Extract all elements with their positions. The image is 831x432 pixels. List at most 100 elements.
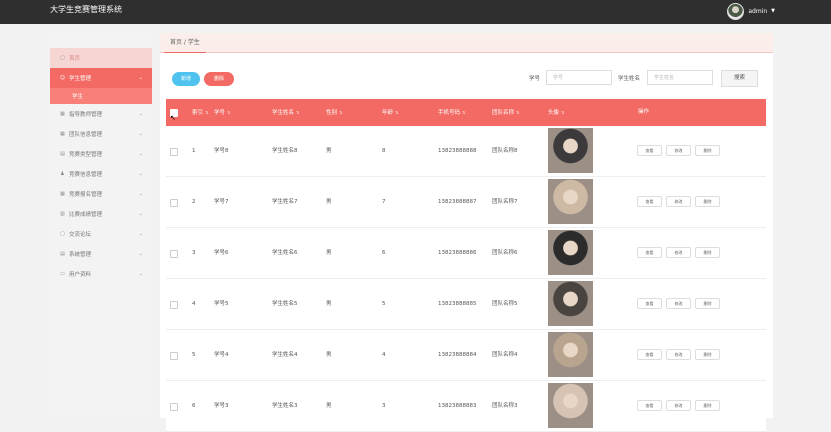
view-button[interactable]: 查看 — [637, 145, 662, 156]
cell-sid: 学号8 — [214, 148, 229, 154]
view-button[interactable]: 查看 — [637, 298, 662, 309]
edit-button[interactable]: 修改 — [666, 145, 691, 156]
cell-idx: 2 — [192, 199, 196, 205]
header-student-id[interactable]: 学号 ⇅ — [214, 99, 230, 126]
table-row[interactable]: 5 学号4 学生姓名4 男 4 13823888884 团队名称4 查看 修改 删除 — [166, 330, 766, 381]
person-icon: ♟ — [60, 171, 65, 177]
cell-idx: 5 — [192, 352, 196, 358]
row-actions: 查看 修改 删除 — [637, 145, 720, 156]
student-photo[interactable] — [548, 383, 593, 428]
table-row[interactable]: 6 学号3 学生姓名3 男 3 13823888883 团队名称3 查看 修改 删除 — [166, 381, 766, 432]
sidebar-item-label: 学生管理 — [69, 76, 92, 82]
table-row[interactable]: 2 学号7 学生姓名7 男 7 13823888887 团队名称7 查看 修改 删除 — [166, 177, 766, 228]
cell-team: 团队名称7 — [492, 199, 518, 205]
student-photo[interactable] — [548, 128, 593, 173]
sidebar-item-6[interactable]: ♟ 竞赛信息管理 ⌄ — [50, 164, 152, 184]
cell-gender: 男 — [326, 403, 332, 409]
chevron-down-icon: ⌄ — [138, 251, 143, 257]
sidebar-item-8[interactable]: ▥ 比赛成绩管理 ⌄ — [50, 204, 152, 224]
sidebar-item-2[interactable]: 学生 — [50, 88, 152, 104]
student-photo[interactable] — [548, 179, 593, 224]
row-checkbox[interactable] — [170, 403, 178, 411]
cell-name: 学生姓名4 — [272, 352, 298, 358]
sidebar-item-10[interactable]: ▤ 系统管理 ⌄ — [50, 244, 152, 264]
edit-button[interactable]: 修改 — [666, 298, 691, 309]
search-button[interactable]: 搜索 — [721, 70, 758, 87]
gear-icon: ▤ — [60, 251, 65, 257]
delete-row-button[interactable]: 删除 — [695, 247, 720, 258]
avatar[interactable] — [727, 2, 745, 20]
grid-icon: ▦ — [60, 131, 65, 137]
top-bar: 大学生竞赛管理系统 admin ▼ — [0, 0, 831, 24]
breadcrumb[interactable]: 首页 / 学生 — [164, 33, 206, 53]
chevron-down-icon: ⌄ — [138, 131, 143, 137]
row-actions: 查看 修改 删除 — [637, 196, 720, 207]
table-row[interactable]: 3 学号6 学生姓名6 男 6 13823888886 团队名称6 查看 修改 删除 — [166, 228, 766, 279]
sidebar-item-11[interactable]: ▭ 用户资料 ⌄ — [50, 264, 152, 284]
view-button[interactable]: 查看 — [637, 349, 662, 360]
header-phone[interactable]: 手机号码 ⇅ — [438, 99, 465, 126]
student-id-input[interactable]: 学号 — [546, 70, 612, 85]
cell-phone: 13823888888 — [438, 148, 477, 154]
header-index[interactable]: 索引 ⇅ — [192, 99, 208, 126]
chevron-down-icon: ⌄ — [138, 151, 143, 157]
sidebar-item-1[interactable]: ☺ 学生管理 ⌄ — [50, 68, 152, 88]
delete-row-button[interactable]: 删除 — [695, 400, 720, 411]
delete-row-button[interactable]: 删除 — [695, 298, 720, 309]
view-button[interactable]: 查看 — [637, 196, 662, 207]
cell-gender: 男 — [326, 352, 332, 358]
delete-row-button[interactable]: 删除 — [695, 349, 720, 360]
cell-phone: 13823888884 — [438, 352, 477, 358]
edit-button[interactable]: 修改 — [666, 247, 691, 258]
app-title: 大学生竞赛管理系统 — [50, 5, 122, 14]
sidebar-item-5[interactable]: ▤ 竞赛类型管理 ⌄ — [50, 144, 152, 164]
cell-sid: 学号5 — [214, 301, 229, 307]
sidebar-item-7[interactable]: ▦ 竞赛报名管理 ⌄ — [50, 184, 152, 204]
table-row[interactable]: 4 学号5 学生姓名5 男 5 13823888885 团队名称5 查看 修改 删除 — [166, 279, 766, 330]
edit-button[interactable]: 修改 — [666, 196, 691, 207]
list-icon: ▤ — [60, 151, 65, 157]
sidebar-item-0[interactable]: ▢ 首页 — [50, 48, 152, 68]
sidebar-item-4[interactable]: ▦ 团队信息管理 ⌄ — [50, 124, 152, 144]
student-photo[interactable] — [548, 332, 593, 377]
row-checkbox[interactable] — [170, 199, 178, 207]
grid-icon: ▦ — [60, 191, 65, 197]
header-gender[interactable]: 性别 ⇅ — [326, 99, 342, 126]
user-menu[interactable]: admin ▼ — [727, 2, 775, 20]
add-button[interactable]: 新增 — [172, 72, 200, 86]
username[interactable]: admin — [748, 8, 767, 15]
cell-phone: 13823888886 — [438, 250, 477, 256]
chevron-down-icon: ⌄ — [138, 111, 143, 117]
row-checkbox[interactable] — [170, 352, 178, 360]
sidebar-item-3[interactable]: ▦ 指导教师管理 ⌄ — [50, 104, 152, 124]
chevron-down-icon: ⌄ — [138, 271, 143, 277]
delete-row-button[interactable]: 删除 — [695, 145, 720, 156]
sidebar-item-9[interactable]: ▢ 交流论坛 ⌄ — [50, 224, 152, 244]
view-button[interactable]: 查看 — [637, 400, 662, 411]
student-name-input[interactable]: 学生姓名 — [647, 70, 713, 85]
edit-button[interactable]: 修改 — [666, 400, 691, 411]
grid-icon: ▦ — [60, 111, 65, 117]
edit-button[interactable]: 修改 — [666, 349, 691, 360]
cell-sid: 学号6 — [214, 250, 229, 256]
student-photo[interactable] — [548, 281, 593, 326]
header-avatar[interactable]: 头像 ⇅ — [548, 99, 564, 126]
row-checkbox[interactable] — [170, 301, 178, 309]
header-age[interactable]: 年龄 ⇅ — [382, 99, 398, 126]
table-row[interactable]: 1 学号8 学生姓名8 男 8 13823888888 团队名称8 查看 修改 删除 — [166, 126, 766, 177]
header-student-name[interactable]: 学生姓名 ⇅ — [272, 99, 299, 126]
header-team[interactable]: 团队名称 ⇅ — [492, 99, 519, 126]
cell-team: 团队名称8 — [492, 148, 518, 154]
caret-down-icon[interactable]: ▼ — [771, 8, 775, 14]
chevron-down-icon: ⌄ — [138, 231, 143, 237]
delete-button[interactable]: 删除 — [204, 72, 234, 86]
view-button[interactable]: 查看 — [637, 247, 662, 258]
sidebar-item-label: 团队信息管理 — [69, 132, 103, 138]
cell-age: 7 — [382, 199, 386, 205]
row-checkbox[interactable] — [170, 148, 178, 156]
row-checkbox[interactable] — [170, 250, 178, 258]
delete-row-button[interactable]: 删除 — [695, 196, 720, 207]
row-actions: 查看 修改 删除 — [637, 298, 720, 309]
cell-age: 5 — [382, 301, 386, 307]
student-photo[interactable] — [548, 230, 593, 275]
